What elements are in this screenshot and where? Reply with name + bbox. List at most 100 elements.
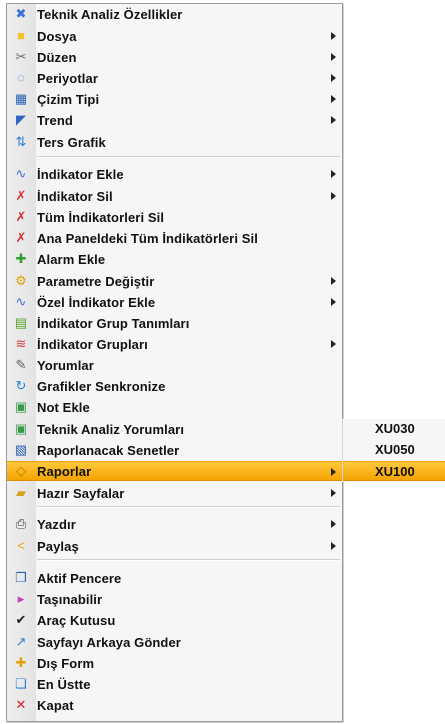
submenu-arrow-icon [331,170,336,178]
menu-item-label: Kapat [37,697,74,713]
printer-icon: ⎙ [15,516,27,531]
menu-item-label: Düzen [37,49,77,65]
menu-item-label: Teknik Analiz Özellikler [37,6,183,22]
trend-icon: ◤ [16,112,26,127]
folder-icon: ■ [17,28,25,43]
tools-icon: ✖ [15,6,27,21]
menu-item-comments[interactable]: ✎ Yorumlar [7,355,342,375]
menu-item-sync[interactable]: ↻ Grafikler Senkronize [7,376,342,396]
menu-item-label: Araç Kutusu [37,612,116,628]
menu-item-custom-indicator[interactable]: ∿ Özel İndikator Ekle [7,292,342,312]
menu-separator [37,506,340,508]
menu-item-label: Parametre Değiştir [37,273,155,289]
menu-item-movable[interactable]: ▸ Taşınabilir [7,589,342,609]
close-icon: ✕ [15,697,27,712]
menu-item-parameter[interactable]: ⚙ Parametre Değiştir [7,271,342,291]
menu-item-label: Not Ekle [37,399,90,415]
invert-chart-icon: ⇅ [15,134,27,149]
share-icon: < [17,538,25,553]
panel-indicator-delete-icon: ✗ [15,230,27,245]
menu-item-label: Ana Paneldeki Tüm İndikatörleri Sil [37,230,258,246]
submenu-arrow-icon [331,277,336,285]
menu-item-indicator-group-def[interactable]: ▤ İndikator Grup Tanımları [7,313,342,333]
checkmark-icon: ✔ [15,612,27,627]
menu-item-label: Dosya [37,28,77,44]
menu-item-analysis-comments[interactable]: ▣ Teknik Analiz Yorumları [7,419,342,439]
menu-item-label: Yorumlar [37,357,94,373]
reports-icon: ◇ [16,463,26,478]
menu-item-label: Raporlar [37,463,92,479]
menu-item-external-form[interactable]: ✚ Dış Form [7,653,342,673]
context-menu: ✖ Teknik Analiz Özellikler ■ Dosya ✂ Düzen ◌ Pe… [6,3,343,722]
submenu-arrow-icon [331,298,336,306]
menu-item-label: Paylaş [37,538,79,554]
menu-item-indicator-add[interactable]: ∿ İndikator Ekle [7,164,342,184]
menu-item-invert-chart[interactable]: ⇅ Ters Grafik [7,132,342,152]
menu-item-printer[interactable]: ⎙ Yazdır [7,514,342,534]
submenu-arrow-icon [331,520,336,528]
indicator-groups-icon: ≋ [15,336,27,351]
reports-submenu: XU030 XU050 XU100 [342,419,445,482]
comments-icon: ✎ [15,357,27,372]
menu-item-label: İndikator Grupları [37,336,148,352]
menu-item-active-window[interactable]: ❐ Aktif Pencere [7,568,342,588]
menu-item-indicator-delete[interactable]: ✗ İndikator Sil [7,186,342,206]
menu-item-label: Çizim Tipi [37,91,100,107]
menu-item-share[interactable]: < Paylaş [7,536,342,556]
menu-item-label: Tüm İndikatorleri Sil [37,209,165,225]
menu-item-label: Teknik Analiz Yorumları [37,421,185,437]
menu-item-label: İndikator Grup Tanımları [37,315,190,331]
ready-pages-icon: ▰ [16,485,26,500]
active-window-icon: ❐ [15,570,27,585]
menu-item-label: İndikator Ekle [37,166,124,182]
menu-item-chart-type[interactable]: ▦ Çizim Tipi [7,89,342,109]
menu-item-label: Trend [37,112,73,128]
submenu-item-xu030[interactable]: XU030 [343,419,445,439]
menu-item-trend[interactable]: ◤ Trend [7,110,342,130]
menu-item-label: Yazdır [37,516,76,532]
submenu-item-xu100[interactable]: XU100 [343,461,445,481]
menu-item-close[interactable]: ✕ Kapat [7,695,342,715]
menu-item-label: Sayfayı Arkaya Gönder [37,634,181,650]
submenu-arrow-icon [331,95,336,103]
menu-item-report-stocks[interactable]: ▧ Raporlanacak Senetler [7,440,342,460]
menu-item-on-top[interactable]: ❏ En Üstte [7,674,342,694]
external-form-icon: ✚ [15,655,27,670]
indicator-delete-all-icon: ✗ [15,209,27,224]
menu-item-indicator-groups[interactable]: ≋ İndikator Grupları [7,334,342,354]
menu-item-label: İndikator Sil [37,188,113,204]
sync-icon: ↻ [15,378,27,393]
custom-indicator-icon: ∿ [15,294,27,309]
submenu-item-xu050[interactable]: XU050 [343,440,445,460]
menu-separator [37,559,340,561]
submenu-arrow-icon [331,116,336,124]
indicator-group-def-icon: ▤ [14,315,28,330]
menu-item-period[interactable]: ◌ Periyotlar [7,68,342,88]
menu-separator [37,156,340,158]
menu-item-label: En Üstte [37,676,91,692]
menu-item-reports[interactable]: ◇ Raporlar [7,461,342,481]
menu-item-tools[interactable]: ✖ Teknik Analiz Özellikler [7,4,342,24]
movable-icon: ▸ [17,591,25,606]
period-icon: ◌ [17,70,25,85]
menu-item-folder[interactable]: ■ Dosya [7,26,342,46]
menu-item-label: Periyotlar [37,70,98,86]
edit-icon: ✂ [15,49,27,64]
submenu-arrow-icon [331,542,336,550]
menu-item-indicator-delete-all[interactable]: ✗ Tüm İndikatorleri Sil [7,207,342,227]
menu-item-note-add[interactable]: ▣ Not Ekle [7,397,342,417]
menu-item-edit[interactable]: ✂ Düzen [7,47,342,67]
menu-item-label: Özel İndikator Ekle [37,294,156,310]
chart-type-icon: ▦ [14,91,28,106]
submenu-arrow-icon [331,74,336,82]
menu-item-send-back[interactable]: ↗ Sayfayı Arkaya Gönder [7,632,342,652]
menu-item-alarm-add[interactable]: ✚ Alarm Ekle [7,249,342,269]
menu-item-panel-indicator-delete[interactable]: ✗ Ana Paneldeki Tüm İndikatörleri Sil [7,228,342,248]
indicator-add-icon: ∿ [15,166,27,181]
menu-item-label: Aktif Pencere [37,570,122,586]
menu-item-checkmark[interactable]: ✔ Araç Kutusu [7,610,342,630]
alarm-add-icon: ✚ [15,251,27,266]
menu-item-label: Hazır Sayfalar [37,485,125,501]
submenu-arrow-icon [331,32,336,40]
menu-item-ready-pages[interactable]: ▰ Hazır Sayfalar [7,483,342,503]
